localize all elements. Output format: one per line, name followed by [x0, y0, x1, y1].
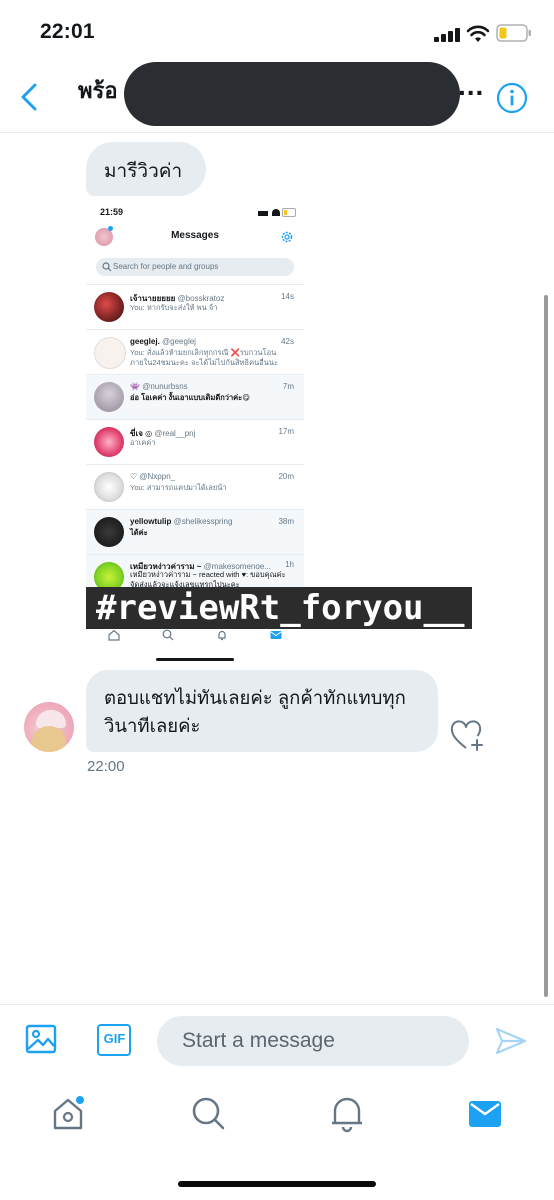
shot-conversation-time: 1h [285, 560, 294, 569]
hashtag-text: #reviewRt_foryou__ [96, 588, 465, 628]
shot-status-time: 21:59 [100, 207, 124, 217]
shot-title: Messages [171, 230, 219, 241]
message-bubble[interactable]: มารีวิวค่า [86, 142, 206, 196]
message-text: มารีวิวค่า [104, 161, 183, 182]
shot-conversation-name: yellowtulip @shelikesspring [130, 517, 233, 526]
status-time: 22:01 [40, 20, 95, 43]
back-chevron-icon[interactable] [14, 80, 46, 114]
shot-conversation-avatar [94, 472, 124, 502]
shot-conversation-avatar [94, 427, 124, 457]
scrollbar[interactable] [544, 295, 548, 997]
wifi-icon [466, 25, 490, 42]
shot-conversation-time: 42s [281, 337, 294, 346]
home-indicator [178, 1181, 376, 1187]
shot-conversation-avatar [94, 292, 124, 322]
shot-conversation-row: ♡ @Nxppn_ 20m You: สามารถแคปมาได้เลยน้า [86, 464, 304, 509]
gif-button[interactable]: GIF [97, 1024, 131, 1056]
shot-conversation-name: ♡ @Nxppn_ [130, 472, 176, 481]
shot-search-icon [102, 262, 112, 272]
shot-conversation-preview: อาเคค่า [130, 438, 156, 447]
home-icon[interactable] [50, 1094, 90, 1134]
shot-conversation-row: 👾 @nunurbsns 7m อ่อ โอเคค่า งั้นเอาแบบเด… [86, 374, 304, 419]
shot-home-indicator [156, 658, 234, 661]
shot-conversation-avatar [94, 382, 124, 412]
shot-conversation-row: geeglej. @geeglej 42s You: สั่งแล้วห้ามย… [86, 329, 304, 374]
message-bubble[interactable]: ตอบแชทไม่ทันเลยค่ะ ลูกค้าทักแทบทุกวินาที… [86, 670, 438, 752]
hashtag-overlay: #reviewRt_foryou__ [86, 587, 472, 629]
search-icon[interactable] [188, 1094, 228, 1134]
send-icon[interactable] [494, 1024, 528, 1058]
shot-conversation-time: 38m [278, 517, 294, 526]
battery-icon [496, 24, 531, 42]
message-timestamp: 22:00 [87, 758, 125, 775]
shot-conversation-name: 👾 @nunurbsns [130, 382, 188, 391]
shot-status-icons [258, 208, 298, 217]
shot-conversation-preview: You: หากรับจะส่งให้ พน จ้า [130, 303, 218, 312]
shot-search-placeholder: Search for people and groups [113, 262, 219, 271]
shot-search-box: Search for people and groups [96, 258, 294, 276]
shot-conversation-time: 17m [278, 427, 294, 436]
shot-conversation-row: เจ้านายยยยย @bosskratoz 14s You: หากรับจ… [86, 284, 304, 329]
shot-conversation-row: yellowtulip @shelikesspring 38m ได้ค่ะ [86, 509, 304, 554]
shot-conversation-preview: ได้ค่ะ [130, 528, 148, 537]
message-input[interactable] [157, 1016, 469, 1066]
shot-conversation-time: 14s [281, 292, 294, 301]
shot-conversation-preview: You: สั่งแล้วห้ามยกเลิกทุกกรณี ❌รบกวนโอน… [130, 348, 279, 367]
shot-conversation-avatar [94, 337, 126, 369]
shot-conversation-preview: You: สามารถแคปมาได้เลยน้า [130, 483, 227, 492]
sender-avatar[interactable] [24, 702, 74, 752]
info-icon[interactable] [496, 82, 528, 114]
conversation-title[interactable]: พร้อ [78, 73, 118, 108]
cellular-signal-icon [434, 28, 460, 42]
shot-conversation-time: 20m [278, 472, 294, 481]
shot-conversation-preview: อ่อ โอเคค่า งั้นเอาแบบเดิมดีกว่าค่ะ😋 [130, 393, 251, 402]
shot-conversation-name: geeglej. @geeglej [130, 337, 196, 346]
shot-home-icon [108, 629, 120, 641]
gif-label: GIF [103, 1031, 126, 1046]
image-icon[interactable] [24, 1022, 58, 1056]
shot-settings-gear-icon [281, 231, 293, 243]
heart-plus-icon[interactable] [450, 720, 484, 752]
message-text: ตอบแชทไม่ทันเลยค่ะ ลูกค้าทักแทบทุกวินาที… [104, 687, 406, 736]
shot-bell-icon [218, 630, 226, 641]
redaction-bar [124, 62, 460, 126]
shot-conversation-row: ขี่เจ ◎ @real__pnj 17m อาเคค่า [86, 419, 304, 464]
title-ellipsis: ... [458, 70, 485, 101]
shot-conversation-avatar [94, 517, 124, 547]
shot-search-icon [162, 629, 174, 641]
messages-icon[interactable] [465, 1094, 505, 1134]
shot-mail-icon [270, 631, 282, 639]
shot-conversation-time: 7m [282, 382, 294, 391]
notifications-icon[interactable] [327, 1094, 367, 1134]
